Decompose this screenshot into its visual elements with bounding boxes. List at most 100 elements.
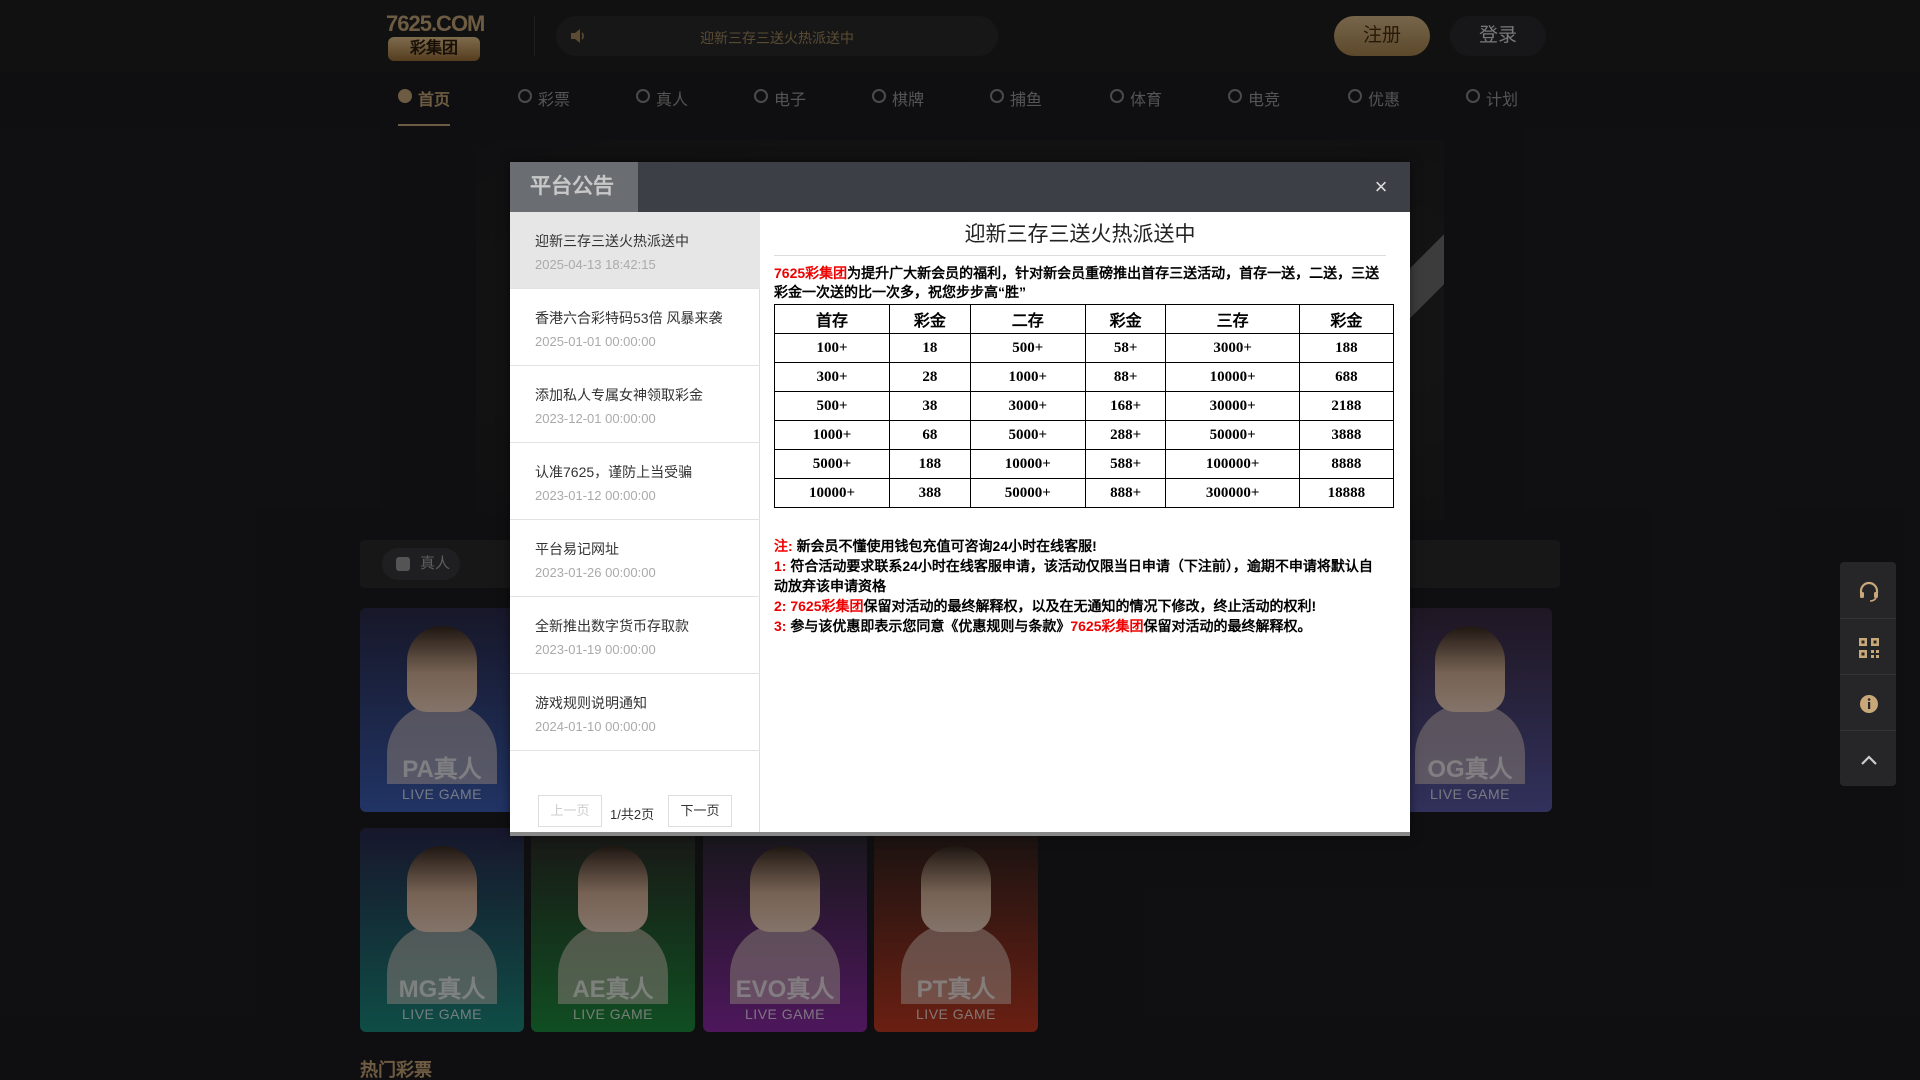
table-row: 10000+ 388 50000+ 888+ 300000+ 18888 [773,478,1395,508]
list-item[interactable]: 香港六合彩特码53倍 风暴来袭 2025-01-01 00:00:00 [510,289,760,366]
table-cell: 888+ [1084,478,1167,508]
table-header-cell: 首存 [773,304,891,334]
table-cell: 288+ [1084,420,1167,450]
table-cell: 2188 [1298,391,1395,421]
table-cell: 5000+ [773,449,891,479]
table-cell: 500+ [773,391,891,421]
qrcode-button[interactable] [1840,618,1896,674]
bonus-table: 首存 彩金 二存 彩金 三存 彩金 100+ 18 500+ 58+ 3000+ 188 300+ 28… [773,304,1395,508]
table-row: 1000+ 68 5000+ 288+ 50000+ 3888 [773,420,1395,450]
back-to-top-button[interactable] [1840,730,1896,786]
table-header-cell: 彩金 [889,304,971,334]
customer-service-button[interactable] [1840,562,1896,618]
list-item[interactable]: 游戏规则说明通知 2024-01-10 00:00:00 [510,674,760,751]
announcement-list: 迎新三存三送火热派送中 2025-04-13 18:42:15 香港六合彩特码53… [510,212,760,832]
announcement-content: 迎新三存三送火热派送中 7625彩集团为提升广大新会员的福利，针对新会员重磅推出… [764,212,1396,826]
close-icon[interactable]: × [1372,176,1390,198]
item-title: 认准7625，谨防上当受骗 [535,464,693,480]
announcement-modal: 平台公告 × 迎新三存三送火热派送中 2025-04-13 18:42:15 香港… [510,162,1410,836]
modal-tab-announcement[interactable]: 平台公告 [510,162,638,212]
table-header-cell: 彩金 [1298,304,1395,334]
list-item[interactable]: 认准7625，谨防上当受骗 2023-01-12 00:00:00 [510,443,760,520]
table-cell: 28 [889,362,971,392]
rule-label: 3: [774,618,787,634]
brand-name: 7625彩集团 [774,265,848,281]
table-cell: 8888 [1298,449,1395,479]
table-cell: 188 [1298,333,1395,363]
table-cell: 58+ [1084,333,1167,363]
rule-text: 保留对活动的最终解释权，以及在无通知的情况下修改，终止活动的权利! [863,598,1317,614]
table-cell: 18888 [1298,478,1395,508]
table-row: 100+ 18 500+ 58+ 3000+ 188 [773,333,1395,363]
modal-header: 平台公告 × [510,162,1410,212]
modal-footer-bar [510,832,1410,836]
table-cell: 88+ [1084,362,1167,392]
rule-text: 符合活动要求联系24小时在线客服申请，该活动仅限当日申请（下注前），逾期不申请将… [774,558,1373,594]
table-cell: 38 [889,391,971,421]
rule-label: 2: [774,598,787,614]
table-cell: 688 [1298,362,1395,392]
rule-line: 2: 7625彩集团保留对活动的最终解释权，以及在无通知的情况下修改，终止活动的… [774,596,1386,616]
table-cell: 3000+ [969,391,1086,421]
table-cell: 300+ [773,362,891,392]
prev-page-button[interactable]: 上一页 [538,795,602,827]
item-date: 2024-01-10 00:00:00 [535,719,656,734]
headset-icon [1859,581,1879,602]
table-header: 首存 彩金 二存 彩金 三存 彩金 [773,304,1395,334]
note-label: 注: [774,538,793,554]
table-header-cell: 二存 [969,304,1086,334]
intro-text: 为提升广大新会员的福利，针对新会员重磅推出首存三送活动，首存一送，二送，三送彩金… [774,265,1380,300]
rule-label: 1: [774,558,787,574]
table-cell: 10000+ [773,478,891,508]
list-item[interactable]: 添加私人专属女神领取彩金 2023-12-01 00:00:00 [510,366,760,443]
item-title: 香港六合彩特码53倍 风暴来袭 [535,310,723,326]
content-title: 迎新三存三送火热派送中 [774,218,1386,256]
table-cell: 30000+ [1165,391,1300,421]
side-float-bar [1840,562,1896,786]
chevron-up-icon [1861,755,1877,765]
table-cell: 300000+ [1165,478,1300,508]
table-cell: 5000+ [969,420,1086,450]
item-date: 2023-01-12 00:00:00 [535,488,656,503]
item-date: 2025-04-13 18:42:15 [535,257,656,272]
item-title: 游戏规则说明通知 [535,695,647,711]
table-cell: 168+ [1084,391,1167,421]
item-date: 2023-01-19 00:00:00 [535,642,656,657]
table-cell: 588+ [1084,449,1167,479]
table-cell: 388 [889,478,971,508]
info-button[interactable] [1840,674,1896,730]
table-cell: 50000+ [1165,420,1300,450]
rule-line: 1: 符合活动要求联系24小时在线客服申请，该活动仅限当日申请（下注前），逾期不… [774,556,1386,596]
table-cell: 1000+ [773,420,891,450]
item-title: 全新推出数字货币存取款 [535,618,689,634]
table-cell: 3888 [1298,420,1395,450]
brand-name: 7625彩集团 [1070,618,1144,634]
note-line: 注: 新会员不懂使用钱包充值可咨询24小时在线客服! [774,536,1386,556]
brand-name: 7625彩集团 [790,598,864,614]
table-header-cell: 彩金 [1084,304,1167,334]
table-header-cell: 三存 [1165,304,1300,334]
table-cell: 1000+ [969,362,1086,392]
rule-line: 3: 参与该优惠即表示您同意《优惠规则与条款》7625彩集团保留对活动的最终解释… [774,616,1386,636]
table-row: 300+ 28 1000+ 88+ 10000+ 688 [773,362,1395,392]
pagination: 上一页 1/共2页 下一页 [510,786,760,832]
content-intro: 7625彩集团为提升广大新会员的福利，针对新会员重磅推出首存三送活动，首存一送，… [774,264,1386,302]
table-cell: 188 [889,449,971,479]
item-date: 2025-01-01 00:00:00 [535,334,656,349]
note-text: 新会员不懂使用钱包充值可咨询24小时在线客服! [796,538,1097,554]
list-item[interactable]: 迎新三存三送火热派送中 2025-04-13 18:42:15 [510,212,760,289]
rule-text: 保留对活动的最终解释权。 [1143,618,1312,634]
table-cell: 68 [889,420,971,450]
list-item[interactable]: 全新推出数字货币存取款 2023-01-19 00:00:00 [510,597,760,674]
table-row: 500+ 38 3000+ 168+ 30000+ 2188 [773,391,1395,421]
table-cell: 10000+ [969,449,1086,479]
rule-text: 参与该优惠即表示您同意《优惠规则与条款》 [790,618,1071,634]
item-title: 平台易记网址 [535,541,619,557]
item-date: 2023-12-01 00:00:00 [535,411,656,426]
content-notes: 注: 新会员不懂使用钱包充值可咨询24小时在线客服! 1: 符合活动要求联系24… [774,536,1386,636]
item-title: 迎新三存三送火热派送中 [535,233,689,249]
list-item[interactable]: 平台易记网址 2023-01-26 00:00:00 [510,520,760,597]
page-info: 1/共2页 [610,807,655,822]
item-date: 2023-01-26 00:00:00 [535,565,656,580]
next-page-button[interactable]: 下一页 [668,795,732,827]
